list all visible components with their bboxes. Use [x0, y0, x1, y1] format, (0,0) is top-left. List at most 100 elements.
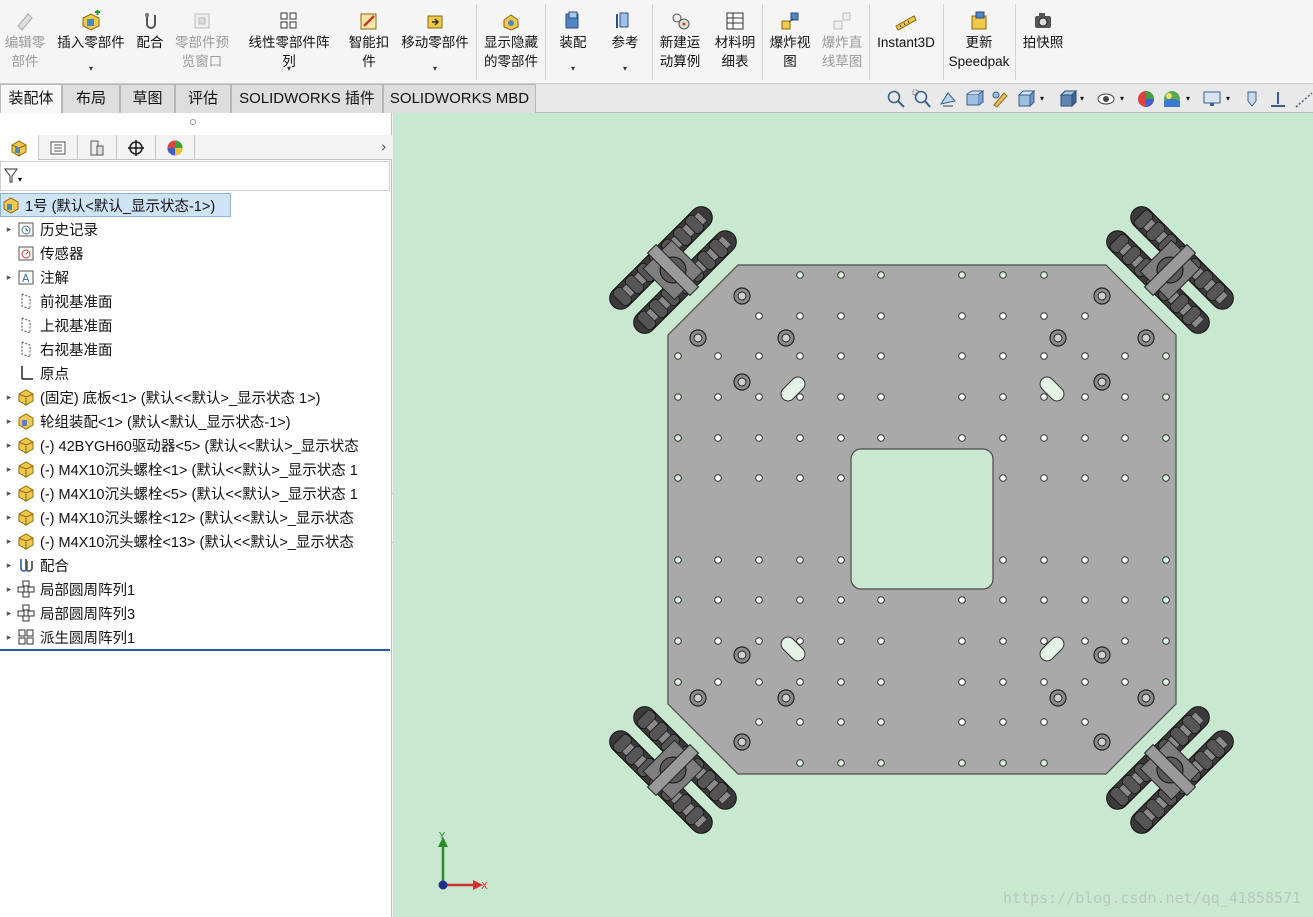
- tree-item[interactable]: ▸ 历史记录: [0, 217, 392, 241]
- expand-arrow-icon[interactable]: ▸: [2, 608, 16, 619]
- mates-folder-icon: [16, 556, 36, 574]
- graphics-area[interactable]: Y X https://blog.csdn.net/qq_41858571: [393, 113, 1313, 917]
- expand-arrow-icon[interactable]: ▸: [2, 560, 16, 571]
- property-list-icon: [50, 141, 66, 154]
- mount-hole: [837, 718, 845, 726]
- chevron-down-icon[interactable]: ▾: [1080, 89, 1090, 109]
- tree-item[interactable]: 原点: [0, 361, 392, 385]
- tab-display-manager[interactable]: [156, 135, 195, 160]
- mount-hole: [958, 718, 966, 726]
- apply-scene-icon[interactable]: [1162, 89, 1182, 109]
- tab-evaluate[interactable]: 评估: [175, 84, 231, 113]
- mount-hole: [1040, 637, 1048, 645]
- expand-arrow-icon[interactable]: ▸: [2, 584, 16, 595]
- derived-pattern-icon: [16, 628, 36, 646]
- subassembly-icon: [16, 412, 36, 430]
- rollback-bar[interactable]: [0, 649, 390, 651]
- chevron-down-icon[interactable]: ▾: [1186, 89, 1196, 109]
- tab-dimxpert-manager[interactable]: [117, 135, 156, 160]
- history-icon: [16, 220, 36, 238]
- tab-configuration-manager[interactable]: [78, 135, 117, 160]
- filter-icon: ▾: [4, 168, 22, 184]
- linear-pattern-button[interactable]: 线性零部件阵列 ▾: [244, 0, 334, 84]
- chevron-down-icon[interactable]: ▾: [433, 64, 437, 74]
- expand-arrow-icon[interactable]: ▸: [2, 632, 16, 643]
- previous-view-icon[interactable]: [938, 89, 958, 109]
- tree-item[interactable]: 右视基准面: [0, 337, 392, 361]
- chevron-down-icon[interactable]: ▾: [89, 64, 93, 74]
- view-settings-icon[interactable]: [1202, 89, 1222, 109]
- tree-item[interactable]: ▸ 派生圆周阵列1: [0, 625, 392, 649]
- tab-layout[interactable]: 布局: [62, 84, 120, 113]
- mount-hole: [674, 474, 682, 482]
- rotate-view-icon[interactable]: [1242, 89, 1262, 109]
- section-view-icon[interactable]: [964, 89, 985, 109]
- tree-item[interactable]: 上视基准面: [0, 313, 392, 337]
- mount-hole: [958, 393, 966, 401]
- more-tools-icon[interactable]: [1294, 89, 1313, 109]
- expand-arrow-icon[interactable]: ▸: [2, 224, 16, 235]
- zoom-to-area-icon[interactable]: [912, 89, 932, 109]
- display-style-icon[interactable]: [1058, 89, 1078, 109]
- triad-view-icon[interactable]: [1268, 89, 1288, 109]
- tree-item[interactable]: ▸ 局部圆周阵列3: [0, 601, 392, 625]
- tab-sketch[interactable]: 草图: [120, 84, 175, 113]
- assembly-icon: [11, 139, 27, 157]
- tab-assembly[interactable]: 装配体: [0, 84, 62, 114]
- chevron-down-icon[interactable]: ▾: [1040, 89, 1050, 109]
- tree-filter-field[interactable]: ▾: [0, 161, 390, 191]
- chevron-right-icon[interactable]: ›: [381, 138, 386, 154]
- tree-item[interactable]: ▸ (-) M4X10沉头螺栓<5> (默认<<默认>_显示状态 1: [0, 481, 392, 505]
- expand-arrow-icon[interactable]: ▸: [2, 416, 16, 427]
- edit-appearance-icon[interactable]: [1136, 89, 1156, 109]
- tree-item[interactable]: 前视基准面: [0, 289, 392, 313]
- ribbon-button-label: 移动零部件: [401, 35, 469, 50]
- edit-part-icon: [13, 10, 37, 32]
- mount-hole: [714, 474, 722, 482]
- mount-hole: [837, 271, 845, 279]
- chevron-down-icon[interactable]: ▾: [623, 64, 627, 74]
- chevron-down-icon[interactable]: ▾: [1120, 89, 1130, 109]
- mount-hole: [837, 759, 845, 767]
- tree-item[interactable]: ▸ A 注解: [0, 265, 392, 289]
- tree-item[interactable]: ▸ 轮组装配<1> (默认<默认_显示状态-1>): [0, 409, 392, 433]
- panel-splitter-handle[interactable]: [190, 119, 196, 125]
- expand-arrow-icon[interactable]: ▸: [2, 440, 16, 451]
- tree-item-label: (-) M4X10沉头螺栓<13> (默认<<默认>_显示状态: [40, 534, 354, 551]
- expand-arrow-icon[interactable]: ▸: [2, 272, 16, 283]
- zoom-to-fit-icon[interactable]: [886, 89, 906, 109]
- expand-arrow-icon[interactable]: ▸: [2, 536, 16, 547]
- tree-item[interactable]: ▸ (-) M4X10沉头螺栓<13> (默认<<默认>_显示状态: [0, 529, 392, 553]
- dynamic-annotation-icon[interactable]: [990, 89, 1010, 109]
- chassis-model-top-view[interactable]: [393, 113, 1313, 917]
- mount-hole: [796, 312, 804, 320]
- tree-item[interactable]: ▸ 配合: [0, 553, 392, 577]
- tree-root-assembly[interactable]: 1号 (默认<默认_显示状态-1>): [0, 193, 231, 217]
- expand-arrow-icon[interactable]: ▸: [2, 488, 16, 499]
- tree-item[interactable]: ▸ 局部圆周阵列1: [0, 577, 392, 601]
- chevron-down-icon[interactable]: ▾: [287, 64, 291, 74]
- tree-item[interactable]: ▸ (-) 42BYGH60驱动器<5> (默认<<默认>_显示状态: [0, 433, 392, 457]
- hide-show-items-icon[interactable]: [1096, 89, 1116, 109]
- tree-item[interactable]: ▸ (-) M4X10沉头螺栓<1> (默认<<默认>_显示状态 1: [0, 457, 392, 481]
- chevron-down-icon[interactable]: ▾: [571, 64, 575, 74]
- tree-item-label: 轮组装配<1> (默认<默认_显示状态-1>): [40, 414, 291, 431]
- mount-hole: [837, 678, 845, 686]
- mount-hole: [1040, 271, 1048, 279]
- tree-item[interactable]: ▸ (固定) 底板<1> (默认<<默认>_显示状态 1>): [0, 385, 392, 409]
- expand-arrow-icon[interactable]: ▸: [2, 392, 16, 403]
- preview-window-button[interactable]: 零部件预 览窗口: [157, 0, 247, 84]
- mount-hole: [1081, 718, 1089, 726]
- expand-arrow-icon[interactable]: ▸: [2, 512, 16, 523]
- reference-geometry-icon: [613, 10, 637, 32]
- chevron-down-icon[interactable]: ▾: [1226, 89, 1236, 109]
- tab-feature-manager[interactable]: [0, 135, 39, 160]
- tab-solidworks-mbd[interactable]: SOLIDWORKS MBD: [383, 84, 536, 113]
- tab-property-manager[interactable]: [39, 135, 78, 160]
- tree-item[interactable]: ▸ (-) M4X10沉头螺栓<12> (默认<<默认>_显示状态: [0, 505, 392, 529]
- tree-item[interactable]: 传感器: [0, 241, 392, 265]
- snapshot-button[interactable]: 拍快照: [998, 0, 1088, 84]
- view-orientation-icon[interactable]: [1016, 89, 1036, 109]
- tab-solidworks-addins[interactable]: SOLIDWORKS 插件: [231, 84, 383, 113]
- expand-arrow-icon[interactable]: ▸: [2, 464, 16, 475]
